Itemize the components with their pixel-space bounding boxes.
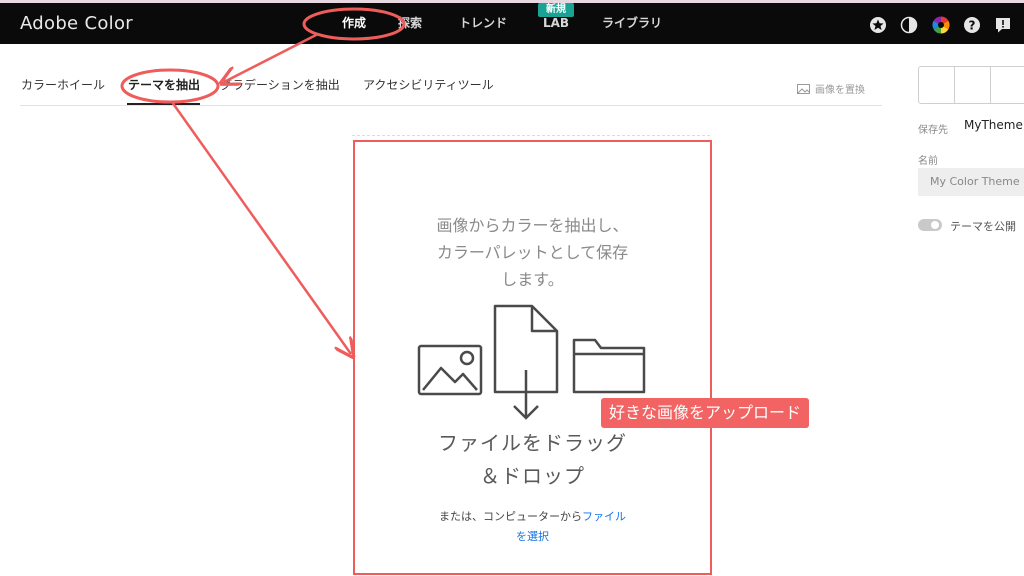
select-file-line: を選択 [355, 527, 710, 547]
color-swatch[interactable] [955, 67, 991, 103]
help-icon[interactable]: ? [963, 16, 981, 34]
top-bar: Adobe Color 作成 探索 トレンド LAB ライブラリ 新規 ? [0, 0, 1024, 44]
color-swatch[interactable] [991, 67, 1024, 103]
page: Adobe Color 作成 探索 トレンド LAB ライブラリ 新規 ? カラ… [0, 0, 1024, 576]
dropzone-intro-line-3: します。 [501, 270, 564, 289]
theme-name-input[interactable]: My Color Theme [918, 168, 1024, 196]
tabs-divider [20, 105, 882, 106]
replace-image-label: 画像を置換 [815, 85, 865, 96]
save-to-label: 保存先 [918, 125, 948, 136]
nav-library[interactable]: ライブラリ [602, 3, 662, 44]
contrast-icon[interactable] [900, 16, 918, 34]
nav-create[interactable]: 作成 [342, 3, 366, 44]
star-icon[interactable] [869, 16, 887, 34]
drag-drop-line-1: ファイルをドラッグ [438, 431, 627, 455]
image-dropzone[interactable]: 画像からカラーを抽出し、 カラーパレットとして保存 します。 ファイルをドラッグ… [353, 140, 712, 575]
dropzone-guide [352, 135, 710, 136]
color-swatch[interactable] [919, 67, 955, 103]
annotation-callout: 好きな画像をアップロード [601, 398, 810, 428]
nav-explore[interactable]: 探索 [398, 3, 422, 44]
dropzone-intro-line-1: 画像からカラーを抽出し、 [436, 216, 629, 235]
drag-drop-line-2: ＆ドロップ [480, 464, 585, 488]
or-select-line: または、コンピューターからファイル [355, 507, 710, 527]
name-label: 名前 [918, 156, 938, 167]
picture-icon [417, 344, 483, 396]
color-wheel-icon[interactable] [932, 16, 950, 34]
save-to-value[interactable]: MyTheme [964, 118, 1023, 132]
svg-text:?: ? [969, 19, 976, 33]
tab-accessibility-tools[interactable]: アクセシビリティツール [363, 76, 494, 93]
folder-icon [572, 338, 646, 394]
publish-toggle[interactable] [918, 219, 942, 231]
app-title[interactable]: Adobe Color [20, 13, 133, 34]
new-badge: 新規 [538, 3, 574, 17]
image-icon [797, 83, 810, 94]
color-swatches [918, 66, 1024, 104]
nav-trends[interactable]: トレンド [459, 3, 507, 44]
publish-label: テーマを公開 [950, 220, 1016, 233]
tab-color-wheel[interactable]: カラーホイール [21, 76, 105, 93]
replace-image-button[interactable]: 画像を置換 [797, 81, 865, 96]
feedback-icon[interactable] [994, 16, 1012, 34]
tab-extract-gradient[interactable]: グラデーションを抽出 [220, 76, 340, 93]
dropzone-intro-line-2: カラーパレットとして保存 [436, 243, 629, 262]
arrow-to-dropzone [170, 101, 351, 354]
select-file-link-continued[interactable]: を選択 [516, 530, 549, 543]
or-text: または、コンピューターから [439, 510, 582, 523]
select-file-link[interactable]: ファイル [582, 510, 626, 523]
download-arrow-icon [513, 370, 539, 420]
tab-extract-theme[interactable]: テーマを抽出 [128, 76, 200, 93]
